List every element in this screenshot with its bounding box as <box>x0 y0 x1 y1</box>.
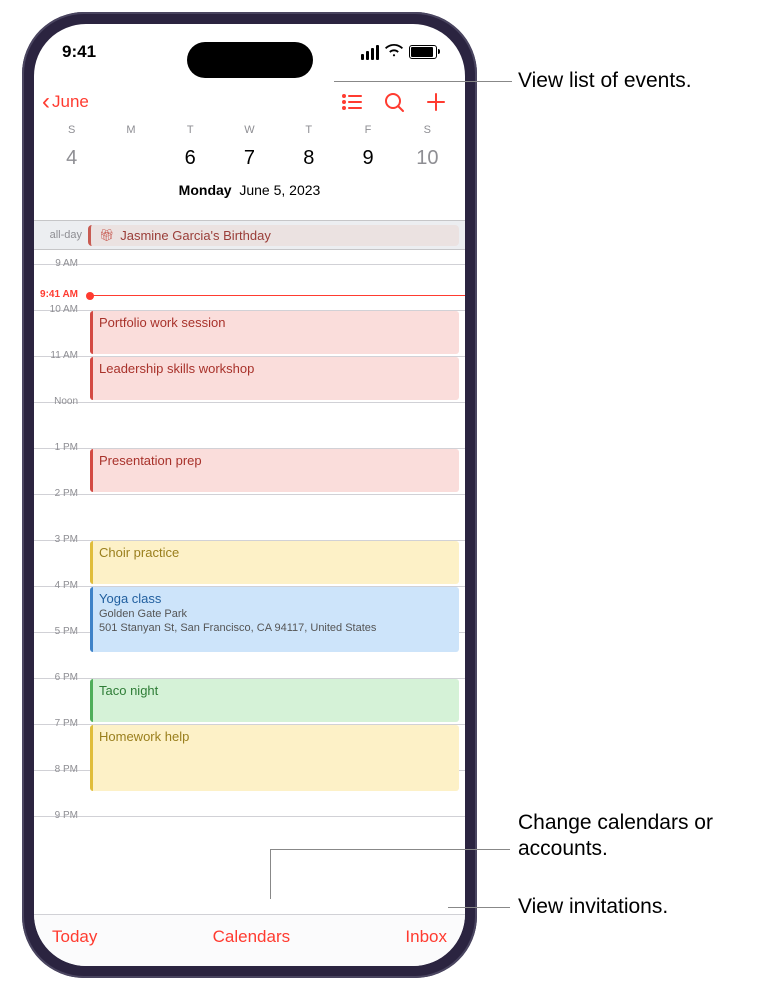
event-choir[interactable]: Choir practice <box>90 541 459 584</box>
gift-icon: 🎁︎ <box>99 228 114 242</box>
weekday-letter: W <box>220 124 279 136</box>
callout-view-invitations: View invitations. <box>518 894 668 920</box>
weekday-letter: T <box>279 124 338 136</box>
day-cell[interactable]: 4 <box>42 140 101 176</box>
current-time-indicator <box>86 292 94 300</box>
event-taco[interactable]: Taco night <box>90 679 459 722</box>
all-day-event-title: Jasmine Garcia's Birthday <box>120 228 271 243</box>
hour-label: 11 AM <box>34 350 84 361</box>
event-presentation[interactable]: Presentation prep <box>90 449 459 492</box>
calendars-button[interactable]: Calendars <box>213 927 291 947</box>
day-timeline[interactable]: 9 AM 10 AM 11 AM Noon 1 PM 2 PM 3 PM 4 P… <box>34 250 465 914</box>
day-cell[interactable]: 8 <box>279 140 338 176</box>
inbox-button[interactable]: Inbox <box>405 927 447 947</box>
status-time: 9:41 <box>62 42 96 62</box>
today-button[interactable]: Today <box>52 927 97 947</box>
current-time-label: 9:41 AM <box>34 289 84 300</box>
phone-screen: 9:41 ‹ June <box>34 24 465 966</box>
day-cell-selected[interactable]: 5 <box>101 140 160 176</box>
day-cell[interactable]: 9 <box>338 140 397 176</box>
weekday-letter: M <box>101 124 160 136</box>
hour-label: Noon <box>34 396 84 407</box>
selected-date-label: Monday June 5, 2023 <box>42 182 457 198</box>
plus-icon <box>424 90 448 114</box>
hour-label: 1 PM <box>34 442 84 453</box>
chevron-left-icon: ‹ <box>42 90 50 114</box>
phone-frame: 9:41 ‹ June <box>22 12 477 978</box>
hour-label: 3 PM <box>34 534 84 545</box>
event-homework[interactable]: Homework help <box>90 725 459 791</box>
all-day-event[interactable]: 🎁︎ Jasmine Garcia's Birthday <box>88 225 459 246</box>
weekday-letter: F <box>338 124 397 136</box>
day-cell[interactable]: 6 <box>161 140 220 176</box>
hour-label: 6 PM <box>34 672 84 683</box>
hour-label: 10 AM <box>34 304 84 315</box>
add-event-button[interactable] <box>415 80 457 124</box>
cellular-icon <box>361 45 379 60</box>
all-day-row: all-day 🎁︎ Jasmine Garcia's Birthday <box>34 220 465 250</box>
hour-label: 9 PM <box>34 810 84 821</box>
search-icon <box>382 90 406 114</box>
week-header: S M T W T F S 4 5 6 7 8 9 10 Monday June… <box>34 124 465 198</box>
battery-icon <box>409 45 437 59</box>
hour-label: 4 PM <box>34 580 84 591</box>
event-location: Golden Gate Park501 Stanyan St, San Fran… <box>99 608 453 636</box>
status-right <box>361 42 437 62</box>
hour-label: 5 PM <box>34 626 84 637</box>
back-button[interactable]: ‹ June <box>42 90 89 114</box>
callout-leader <box>448 907 510 908</box>
callout-change-calendars: Change calendars or accounts. <box>518 810 774 863</box>
all-day-label: all-day <box>34 229 88 241</box>
event-yoga[interactable]: Yoga class Golden Gate Park501 Stanyan S… <box>90 587 459 652</box>
phone-notch <box>187 42 313 78</box>
back-label: June <box>52 92 89 112</box>
hour-label: 9 AM <box>34 258 84 269</box>
search-button[interactable] <box>373 80 415 124</box>
week-days: 4 5 6 7 8 9 10 <box>42 140 457 176</box>
hour-label: 2 PM <box>34 488 84 499</box>
day-cell[interactable]: 10 <box>398 140 457 176</box>
current-time-line <box>90 295 465 296</box>
event-portfolio[interactable]: Portfolio work session <box>90 311 459 354</box>
hour-label: 8 PM <box>34 764 84 775</box>
weekday-letter: S <box>398 124 457 136</box>
list-view-button[interactable] <box>331 80 373 124</box>
wifi-icon <box>385 42 403 62</box>
hour-label: 7 PM <box>34 718 84 729</box>
callout-leader <box>270 849 271 899</box>
event-leadership[interactable]: Leadership skills workshop <box>90 357 459 400</box>
bottom-toolbar: Today Calendars Inbox <box>34 914 465 966</box>
day-cell[interactable]: 7 <box>220 140 279 176</box>
callout-leader <box>334 81 512 82</box>
nav-bar: ‹ June <box>34 80 465 124</box>
weekday-letters: S M T W T F S <box>42 124 457 136</box>
callout-leader <box>270 849 510 850</box>
weekday-letter: T <box>161 124 220 136</box>
weekday-letter: S <box>42 124 101 136</box>
callout-list-events: View list of events. <box>518 68 692 94</box>
list-icon <box>340 90 364 114</box>
